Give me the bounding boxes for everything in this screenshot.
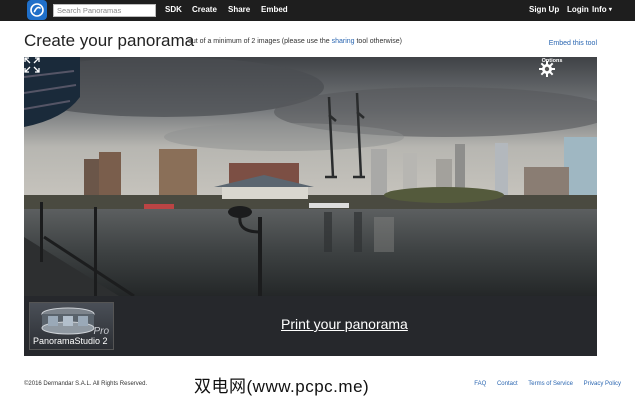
product-name: PanoramaStudio 2 bbox=[33, 336, 108, 346]
panoramastudio-logo[interactable]: Pro PanoramaStudio 2 bbox=[29, 302, 114, 350]
footer-copyright: ©2016 Dermandar S.A.L. All Rights Reserv… bbox=[24, 381, 148, 387]
nav-embed-link[interactable]: Embed bbox=[261, 5, 288, 14]
footer-faq-link[interactable]: FAQ bbox=[474, 381, 486, 387]
panorama-image bbox=[24, 57, 597, 296]
nav-signup-link[interactable]: Sign Up bbox=[529, 5, 559, 14]
footer-contact-link[interactable]: Contact bbox=[497, 381, 518, 387]
nav-create-link[interactable]: Create bbox=[192, 5, 217, 14]
footer-links: FAQ Contact Terms of Service Privacy Pol… bbox=[465, 381, 621, 387]
nav-login-link[interactable]: Login bbox=[567, 5, 589, 14]
page-title: Create your panorama bbox=[24, 31, 195, 50]
panorama-viewer[interactable]: Options bbox=[24, 57, 597, 296]
page-subtitle: out of a minimum of 2 images (please use… bbox=[188, 38, 402, 45]
top-nav-bar: SDK Create Share Embed Sign Up Login Inf… bbox=[0, 0, 635, 21]
watermark-text: 双电网(www.pcpc.me) bbox=[194, 377, 370, 396]
search-input[interactable] bbox=[53, 4, 156, 17]
sharing-tool-link[interactable]: sharing bbox=[332, 38, 355, 45]
options-button[interactable]: Options bbox=[538, 58, 566, 77]
footer-privacy-link[interactable]: Privacy Policy bbox=[584, 381, 621, 387]
nav-share-link[interactable]: Share bbox=[228, 5, 250, 14]
chevron-down-icon: ▾ bbox=[608, 7, 612, 13]
subtitle-text-after: tool otherwise) bbox=[354, 38, 403, 45]
nav-info-menu[interactable]: Info ▾ bbox=[592, 5, 612, 14]
promo-banner: Pro PanoramaStudio 2 Print your panorama bbox=[24, 296, 597, 356]
nav-sdk-link[interactable]: SDK bbox=[165, 5, 182, 14]
expand-icon[interactable] bbox=[24, 57, 40, 73]
dermandar-logo-icon[interactable] bbox=[27, 0, 47, 20]
nav-info-label: Info bbox=[592, 5, 607, 14]
footer-terms-link[interactable]: Terms of Service bbox=[528, 381, 573, 387]
embed-this-tool-link[interactable]: Embed this tool bbox=[549, 40, 597, 47]
print-panorama-link[interactable]: Print your panorama bbox=[281, 316, 408, 332]
subtitle-text-before: out of a minimum of 2 images (please use… bbox=[188, 38, 332, 45]
gear-icon bbox=[539, 61, 555, 77]
panorama-cylinder-icon bbox=[41, 307, 95, 335]
